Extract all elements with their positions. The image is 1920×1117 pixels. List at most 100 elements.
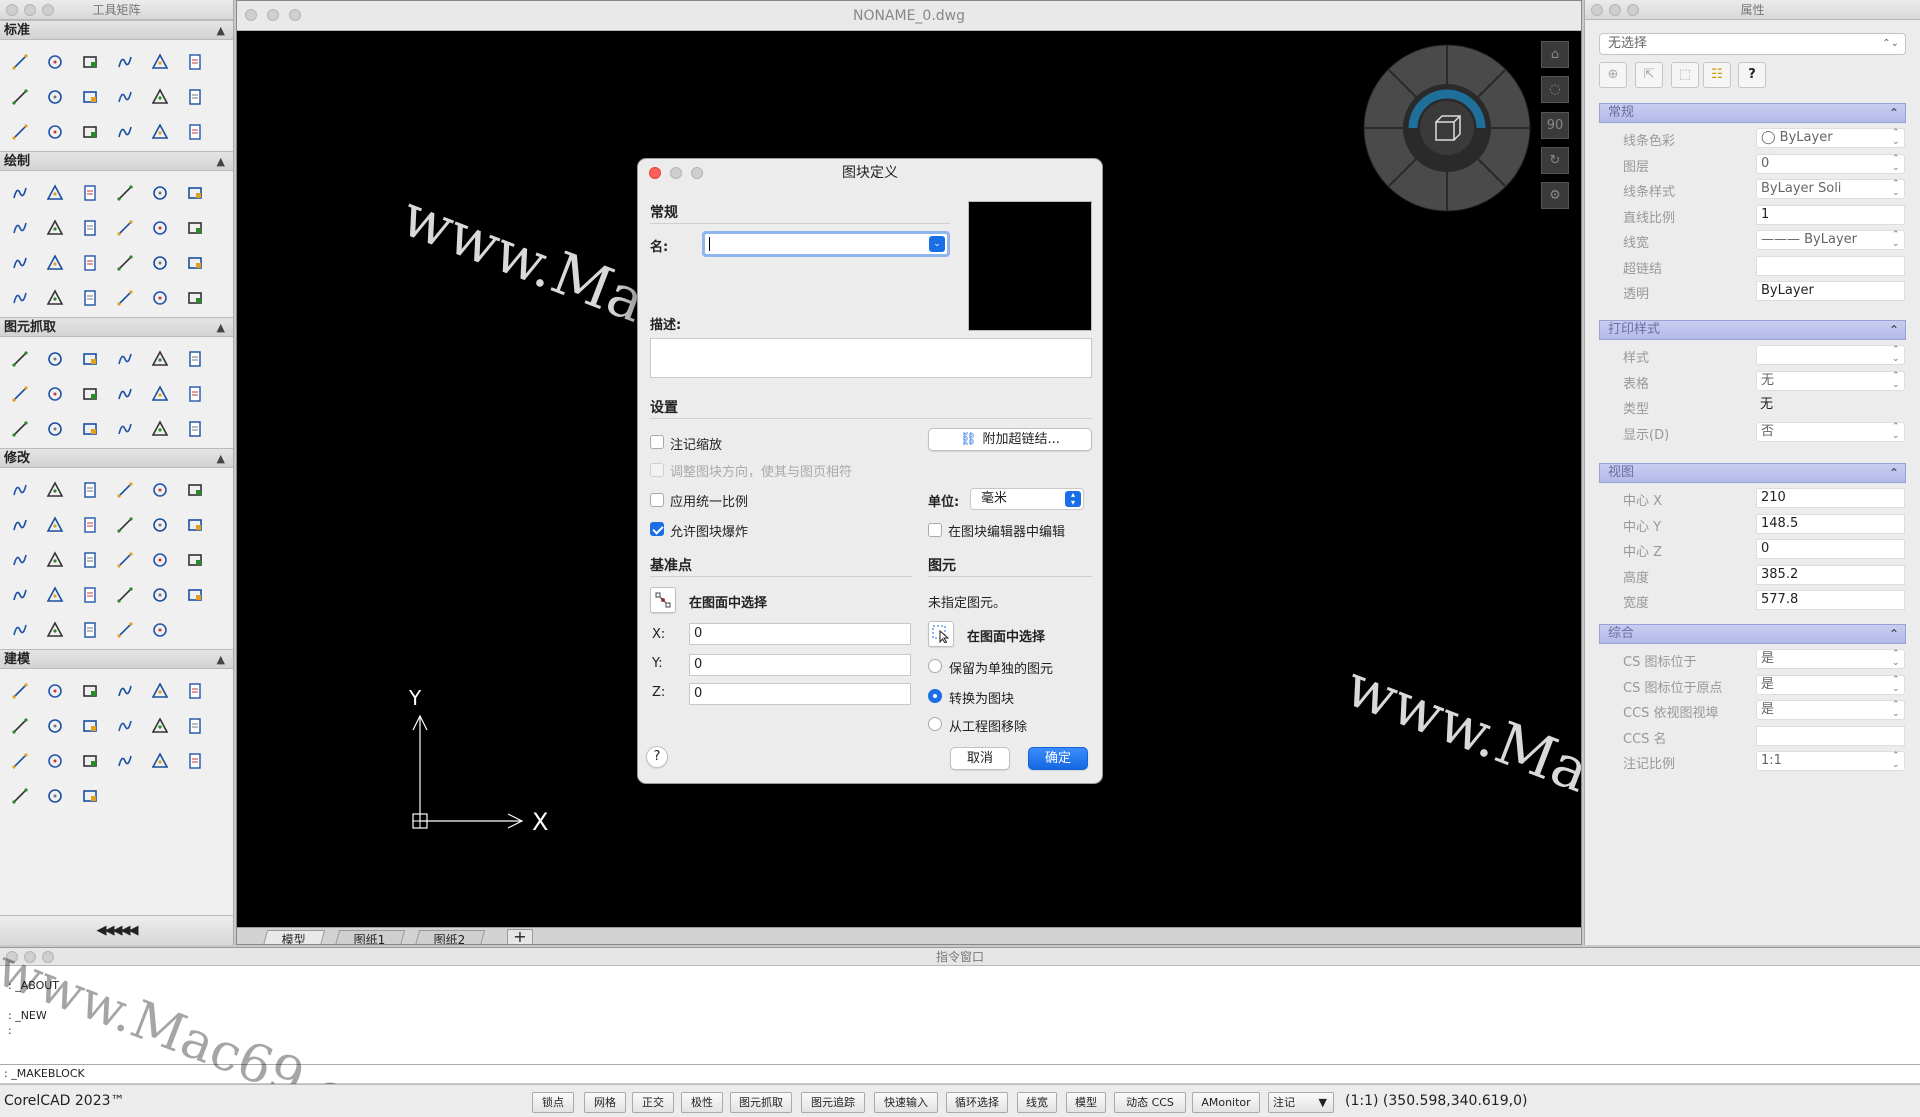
snap-insertion-icon[interactable]: [177, 376, 212, 411]
toggle-pickadd-icon[interactable]: ☷: [1703, 62, 1731, 88]
block-icon[interactable]: [107, 245, 142, 280]
status-toggle-button[interactable]: 快速输入: [874, 1092, 938, 1113]
offset-icon[interactable]: [2, 507, 37, 542]
dialog-zoom-button[interactable]: [691, 167, 703, 179]
donut-icon[interactable]: [2, 210, 37, 245]
window-minimize-button[interactable]: [267, 9, 279, 21]
rectangle-icon[interactable]: [107, 175, 142, 210]
loft-icon[interactable]: [177, 708, 212, 743]
property-group-header[interactable]: 视图 ⌃: [1599, 463, 1906, 483]
property-value[interactable]: ◯ ByLayer: [1756, 128, 1905, 148]
snap-endpoint-icon[interactable]: [2, 341, 37, 376]
wblock-icon[interactable]: [107, 612, 142, 647]
toolbox-section-header[interactable]: 绘制 ▲: [0, 151, 233, 171]
select-entities-button[interactable]: [928, 621, 954, 647]
polyline-icon[interactable]: [37, 175, 72, 210]
snap-none-icon[interactable]: [107, 411, 142, 446]
window-close-button[interactable]: [245, 9, 257, 21]
refresh-icon[interactable]: ↻: [1541, 147, 1569, 174]
status-toggle-button[interactable]: 锁点: [532, 1092, 574, 1113]
name-combobox[interactable]: ⌄: [702, 231, 950, 257]
explode-icon[interactable]: [142, 577, 177, 612]
collapse-toolbox-button[interactable]: ◀◀◀◀◀: [0, 915, 233, 945]
cone-icon[interactable]: [37, 673, 72, 708]
uniform-scale-checkbox[interactable]: [650, 493, 664, 507]
attach-icon[interactable]: [37, 612, 72, 647]
text-icon[interactable]: [177, 245, 212, 280]
x-field[interactable]: 0: [689, 623, 911, 645]
lengthen-icon[interactable]: [107, 577, 142, 612]
align-icon[interactable]: [142, 507, 177, 542]
property-value[interactable]: 0: [1756, 153, 1905, 174]
property-value[interactable]: 385.2: [1756, 564, 1905, 585]
grid-toggle-icon[interactable]: [142, 612, 177, 647]
attribute-icon[interactable]: [2, 280, 37, 315]
tab-model[interactable]: 模型: [262, 930, 326, 944]
trim-corner-icon[interactable]: [72, 542, 107, 577]
snap-node-icon[interactable]: [72, 376, 107, 411]
quick-select-icon[interactable]: ⬚: [1671, 62, 1699, 88]
property-value[interactable]: ——— ByLayer: [1756, 230, 1905, 250]
delete-radio[interactable]: [928, 717, 942, 731]
help-button[interactable]: ?: [1738, 62, 1766, 88]
infinite-line-icon[interactable]: [177, 210, 212, 245]
toolbox-section-header[interactable]: 标准 ▲: [0, 20, 233, 40]
arc-icon[interactable]: [142, 175, 177, 210]
hatch-icon[interactable]: [72, 245, 107, 280]
property-value[interactable]: 1: [1756, 204, 1905, 225]
chevron-down-icon[interactable]: ⌄: [929, 236, 945, 252]
text-edit-icon[interactable]: [2, 577, 37, 612]
planar-surface-icon[interactable]: [37, 708, 72, 743]
box-icon[interactable]: [2, 673, 37, 708]
property-value[interactable]: [1756, 725, 1905, 746]
attach-hyperlink-button[interactable]: ⛓ 附加超链结...: [928, 428, 1092, 451]
snap-center-icon[interactable]: [37, 376, 72, 411]
collapse-arrow-icon[interactable]: ▲: [217, 650, 225, 670]
snap-perpendicular-icon[interactable]: [177, 341, 212, 376]
window-minimize-button[interactable]: [24, 4, 36, 16]
status-toggle-button[interactable]: 模型: [1066, 1092, 1106, 1113]
help-button[interactable]: ?: [646, 746, 668, 768]
edit-in-editor-checkbox[interactable]: [928, 523, 942, 537]
intersect-icon[interactable]: [142, 743, 177, 778]
copy-obj-icon[interactable]: [107, 472, 142, 507]
property-value[interactable]: 无: [1756, 370, 1905, 391]
pedit-icon[interactable]: [72, 612, 107, 647]
status-toggle-button[interactable]: 正交: [632, 1092, 674, 1113]
property-value[interactable]: 148.5: [1756, 513, 1905, 534]
window-zoom-button[interactable]: [42, 4, 54, 16]
erase-select-icon[interactable]: [37, 472, 72, 507]
property-value[interactable]: 是: [1756, 700, 1905, 720]
toolbox-section-header[interactable]: 建模 ▲: [0, 649, 233, 669]
toolbox-section-header[interactable]: 修改 ▲: [0, 448, 233, 468]
edit-boundary-icon[interactable]: [142, 542, 177, 577]
snap-settings-icon[interactable]: [142, 411, 177, 446]
select-objects-icon[interactable]: ⇱: [1635, 62, 1663, 88]
rotate-view-button[interactable]: 90: [1541, 112, 1569, 139]
multiline-icon[interactable]: [37, 245, 72, 280]
snap-nearest-icon[interactable]: [2, 376, 37, 411]
fillet-icon[interactable]: [2, 542, 37, 577]
presspull-icon[interactable]: [2, 743, 37, 778]
selection-select[interactable]: 无选择 ⌃⌄: [1599, 33, 1906, 55]
subtract-icon[interactable]: [107, 743, 142, 778]
gear-icon[interactable]: ⚙: [1541, 182, 1569, 209]
status-toggle-button[interactable]: 极性: [681, 1092, 723, 1113]
add-tab-button[interactable]: +: [507, 929, 533, 944]
navigation-wheel[interactable]: [1363, 44, 1531, 212]
match-props-icon[interactable]: [142, 79, 177, 114]
cloud-icon[interactable]: [107, 280, 142, 315]
status-toggle-button[interactable]: 循环选择: [946, 1092, 1008, 1113]
property-value[interactable]: 是: [1756, 674, 1905, 695]
status-toggle-button[interactable]: 网格: [584, 1092, 626, 1113]
redo-icon[interactable]: [2, 114, 37, 149]
property-value[interactable]: 是: [1756, 649, 1905, 669]
collapse-arrow-icon[interactable]: ▲: [217, 21, 225, 41]
property-value[interactable]: [1756, 255, 1905, 276]
helix-icon[interactable]: [37, 743, 72, 778]
revcloud-icon[interactable]: [72, 210, 107, 245]
property-value[interactable]: 无: [1756, 396, 1905, 416]
snap-toggle-icon[interactable]: [177, 411, 212, 446]
table-icon[interactable]: [37, 280, 72, 315]
window-close-button[interactable]: [1591, 4, 1603, 16]
